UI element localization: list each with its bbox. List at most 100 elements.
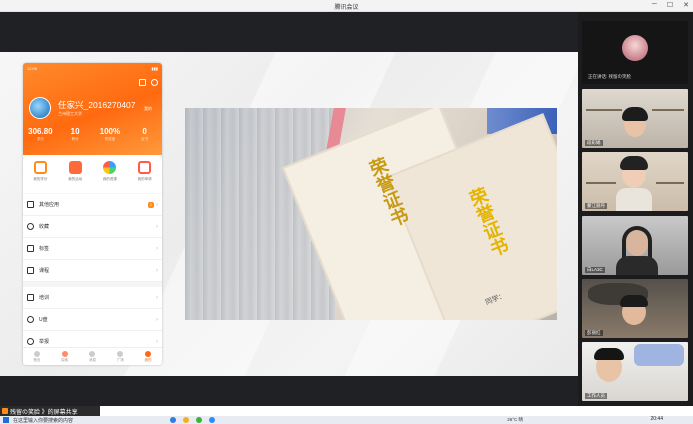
tab-home[interactable]: 首页 xyxy=(23,348,51,365)
menu-label: 举报 xyxy=(39,339,50,345)
monitor-icon xyxy=(27,294,34,301)
share-bottom-bar xyxy=(0,376,578,406)
quick-item-credits[interactable]: 我的学分 xyxy=(25,161,55,193)
chevron-right-icon: › xyxy=(156,245,158,252)
tab-label: 广场 xyxy=(116,358,124,362)
avatar[interactable] xyxy=(29,97,51,119)
menu-item-courses[interactable]: 课程 › xyxy=(23,260,162,282)
status-time: 12:09 xyxy=(27,66,38,71)
participant-tile[interactable]: 蒙江丽丹 xyxy=(582,152,688,211)
menu-badge: 1 xyxy=(148,201,154,208)
edge-icon[interactable] xyxy=(170,417,176,423)
tab-label: 我的 xyxy=(144,358,152,362)
quick-item-activities[interactable]: 我的活动 xyxy=(60,161,90,193)
tab-explore[interactable]: 探索 xyxy=(51,348,79,365)
stat-item[interactable]: 0 证书 xyxy=(127,127,162,142)
tab-square[interactable]: 广场 xyxy=(106,348,134,365)
speaker-tile[interactable]: 正在讲话: 残留の笑脸 xyxy=(582,21,688,84)
share-top-bar xyxy=(0,12,578,52)
window-titlebar: 腾讯会议 ─ ☐ ✕ xyxy=(0,0,693,12)
taskbar-search[interactable]: 在这里输入你要搜索的内容 xyxy=(13,417,163,424)
participant-tile[interactable]: 段彩娟 xyxy=(582,89,688,148)
window-controls: ─ ☐ ✕ xyxy=(652,1,689,9)
scan-icon[interactable] xyxy=(139,79,146,86)
profile-tag: 我的 xyxy=(144,106,152,111)
profile-header: 12:09 ▮▮▮ 任家兴_2016270407 兰州理工大学 我的 306.8… xyxy=(23,63,162,155)
menu-item-apps[interactable]: 其他应用 1 › xyxy=(23,194,162,216)
speaker-label: 正在讲话: 残留の笑脸 xyxy=(588,74,631,79)
bookmark-icon xyxy=(27,245,34,252)
tab-label: 探索 xyxy=(61,358,69,362)
close-icon[interactable]: ✕ xyxy=(683,1,689,9)
stat-label: 学分 xyxy=(36,137,44,141)
menu-item-tags[interactable]: 标签 › xyxy=(23,238,162,260)
system-clock[interactable]: 20:44 xyxy=(650,416,663,422)
chevron-right-icon: › xyxy=(156,201,158,208)
quick-label: 我的学分 xyxy=(33,177,48,181)
chevron-right-icon: › xyxy=(156,223,158,230)
tab-messages[interactable]: 消息 xyxy=(79,348,107,365)
stat-value: 306.80 xyxy=(28,127,53,136)
speaker-avatar xyxy=(622,35,648,61)
stats-row: 306.80 学分 10 积分 100% 完成度 0 证书 xyxy=(23,127,162,142)
menu-item-udisk[interactable]: U盘 › xyxy=(23,309,162,331)
os-taskbar: 在这里输入你要搜索的内容 26°C 晴 20:44 xyxy=(0,416,693,424)
menu-label: 其他应用 xyxy=(39,202,60,208)
stat-item[interactable]: 100% 完成度 xyxy=(93,127,128,142)
participant-name: 段彩娟 xyxy=(585,140,603,146)
menu-label: 标签 xyxy=(39,246,50,252)
pie-icon xyxy=(27,316,34,323)
book-icon xyxy=(27,267,34,274)
header-actions xyxy=(139,79,158,86)
stat-item[interactable]: 306.80 学分 xyxy=(23,127,58,142)
menu-label: 收藏 xyxy=(39,224,50,230)
quick-actions: 我的学分 我的活动 我的资源 我的申请 xyxy=(23,155,162,193)
meeting-app-icon[interactable] xyxy=(209,417,215,423)
explore-icon xyxy=(61,351,68,357)
star-icon xyxy=(27,223,34,230)
share-banner-text: 残留の笑脸 》的屏幕共享 xyxy=(10,409,78,416)
phone-tabbar: 首页 探索 消息 广场 我的 xyxy=(23,347,162,365)
windows-start-icon[interactable] xyxy=(3,417,9,423)
quick-item-applications[interactable]: 我的申请 xyxy=(130,161,160,193)
stat-value: 100% xyxy=(99,127,121,136)
participant-tile[interactable]: 白LA3C xyxy=(582,216,688,275)
chevron-right-icon: › xyxy=(156,294,158,301)
user-icon xyxy=(27,338,34,345)
quick-label: 我的活动 xyxy=(68,177,83,181)
chevron-right-icon: › xyxy=(156,267,158,274)
quick-item-resources[interactable]: 我的资源 xyxy=(95,161,125,193)
menu-item-favorites[interactable]: 收藏 › xyxy=(23,216,162,238)
tab-label: 首页 xyxy=(33,358,41,362)
participant-tile[interactable]: 彭丽红 xyxy=(582,279,688,338)
flag-icon xyxy=(68,161,82,174)
participant-tile[interactable]: 工作人员 xyxy=(582,342,688,401)
maximize-icon[interactable]: ☐ xyxy=(667,1,673,9)
pinwheel-icon xyxy=(103,161,117,174)
settings-icon[interactable] xyxy=(151,79,158,86)
stat-value: 0 xyxy=(142,127,147,136)
participant-name: 白LA3C xyxy=(585,267,605,273)
menu-item-training[interactable]: 培训 › xyxy=(23,287,162,309)
chevron-right-icon: › xyxy=(156,338,158,345)
stat-label: 证书 xyxy=(141,137,149,141)
document-icon xyxy=(138,161,152,174)
participant-name: 工作人员 xyxy=(585,393,607,399)
quick-label: 我的申请 xyxy=(137,177,152,181)
menu-label: 培训 xyxy=(39,295,50,301)
weather-widget[interactable]: 26°C 晴 xyxy=(507,417,523,423)
tab-label: 消息 xyxy=(88,358,96,362)
folder-icon[interactable] xyxy=(183,417,189,423)
stat-item[interactable]: 10 积分 xyxy=(58,127,93,142)
chrome-icon[interactable] xyxy=(196,417,202,423)
minimize-icon[interactable]: ─ xyxy=(652,1,657,9)
phone-screen: 12:09 ▮▮▮ 任家兴_2016270407 兰州理工大学 我的 306.8… xyxy=(23,63,162,365)
status-bar: 12:09 ▮▮▮ xyxy=(27,66,158,71)
screen-share-banner[interactable]: 残留の笑脸 》的屏幕共享 xyxy=(0,406,100,416)
battery-icon: ▮▮▮ xyxy=(151,66,158,71)
window-title: 腾讯会议 xyxy=(334,5,359,11)
menu-label: U盘 xyxy=(39,317,48,323)
tab-me[interactable]: 我的 xyxy=(134,348,162,365)
participant-name: 蒙江丽丹 xyxy=(585,203,607,209)
user-school: 兰州理工大学 xyxy=(58,111,82,116)
